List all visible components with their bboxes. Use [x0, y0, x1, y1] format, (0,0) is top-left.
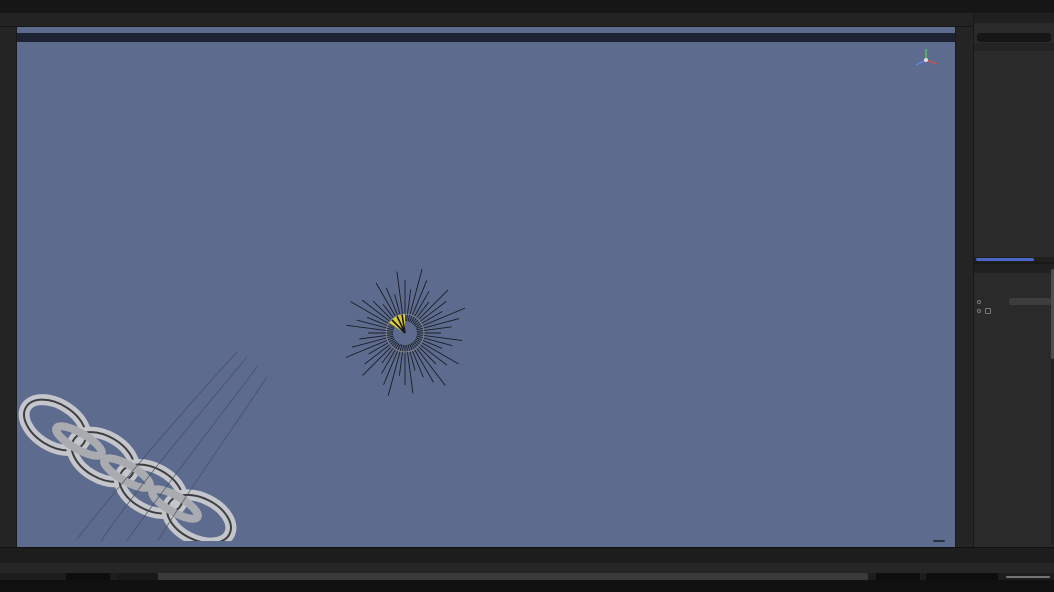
title-bar	[0, 0, 1054, 13]
cinema4d-window	[0, 0, 1054, 592]
axis-gizmo[interactable]	[911, 45, 941, 75]
object-tree	[974, 51, 1054, 257]
manager-panel	[973, 14, 1054, 547]
grid-spacing-label	[933, 540, 945, 542]
blend-object-color-row	[974, 306, 1054, 315]
object-palette-strip	[955, 27, 973, 547]
object-manager-menu	[974, 23, 1054, 32]
viewport-menu	[17, 22, 35, 32]
anim-dot-icon[interactable]	[977, 300, 981, 304]
blend-checkbox[interactable]	[985, 308, 991, 314]
workplane-icon[interactable]	[69, 14, 81, 26]
viewport-camera-bar[interactable]	[17, 33, 955, 42]
3d-scene	[17, 27, 955, 541]
type-row	[974, 297, 1054, 306]
object-manager-tabs	[974, 14, 1054, 23]
object-manager-path-row	[974, 43, 1054, 51]
attribute-manager-tabs	[974, 264, 1054, 273]
attribute-manager	[974, 262, 1054, 547]
memory-progress-bar	[1006, 576, 1050, 578]
tool-palette	[0, 27, 17, 547]
type-dropdown[interactable]	[1009, 298, 1051, 305]
viewport-canvas[interactable]	[17, 27, 955, 547]
viewport-menu-icon[interactable]	[23, 21, 35, 33]
attribute-toolbar	[974, 273, 1054, 281]
playback-controls	[0, 549, 1054, 562]
timeline-panel	[0, 547, 1054, 580]
anim-dot-icon[interactable]	[977, 309, 981, 313]
status-bar	[0, 580, 1054, 592]
main-toolbar	[0, 13, 1054, 27]
undo-icon[interactable]	[6, 1, 18, 13]
new-document-tab-button[interactable]	[74, 0, 90, 13]
object-search-input[interactable]	[977, 33, 1051, 42]
attribute-mode-row	[974, 281, 1054, 290]
viewport-panel	[17, 27, 955, 547]
object-tree-hscrollbar[interactable]	[974, 257, 1054, 262]
redo-icon[interactable]	[22, 1, 34, 13]
timeline-ruler[interactable]	[0, 563, 1054, 573]
